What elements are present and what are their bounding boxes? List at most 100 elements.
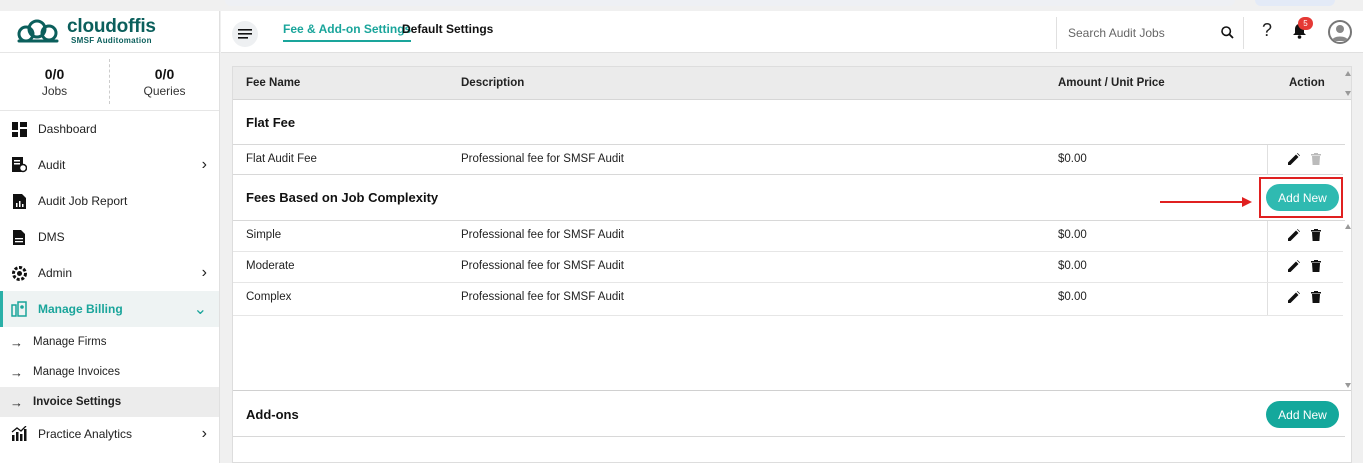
table-row: Flat Audit Fee Professional fee for SMSF…	[233, 145, 1343, 175]
notification-badge: 5	[1298, 17, 1313, 30]
scroll-down-arrow[interactable]	[1345, 91, 1351, 96]
scroll-up-arrow[interactable]	[1345, 71, 1351, 76]
document-icon	[10, 228, 28, 246]
sidebar-subitem-label: Invoice Settings	[33, 396, 122, 408]
amount-cell: $0.00	[1058, 153, 1087, 165]
sidebar-item-label: Audit	[38, 158, 66, 172]
column-header-fee-name: Fee Name	[246, 77, 301, 89]
chevron-right-icon: ›	[201, 264, 207, 281]
sidebar-item-manage-billing[interactable]: Manage Billing ⌄	[0, 291, 219, 327]
edit-icon[interactable]	[1288, 260, 1300, 275]
annotation-arrow-icon	[1160, 197, 1252, 207]
description-cell: Professional fee for SMSF Audit	[461, 229, 624, 241]
description-cell: Professional fee for SMSF Audit	[461, 291, 624, 303]
stat-queries[interactable]: 0/0 Queries	[109, 59, 219, 104]
brand-logo[interactable]: cloudoffis SMSF Auditomation	[0, 11, 219, 53]
section-title: Flat Fee	[246, 115, 296, 130]
sidebar-item-dms[interactable]: DMS	[0, 219, 219, 255]
edit-icon[interactable]	[1288, 229, 1300, 244]
sidebar-item-admin[interactable]: Admin ›	[0, 255, 219, 291]
sidebar-subitem-invoice-settings[interactable]: → Invoice Settings	[0, 387, 219, 417]
action-cell	[1267, 145, 1343, 174]
avatar[interactable]	[1328, 20, 1352, 44]
trash-icon[interactable]	[1311, 291, 1321, 306]
sidebar-item-label: Dashboard	[38, 122, 97, 136]
stats-bar: 0/0 Jobs 0/0 Queries	[0, 53, 219, 111]
gear-icon	[10, 264, 28, 282]
column-header-amount: Amount / Unit Price	[1058, 77, 1165, 89]
sidebar-item-label: DMS	[38, 230, 65, 244]
sidebar-subitem-label: Manage Firms	[33, 336, 107, 348]
edit-icon[interactable]	[1288, 291, 1300, 306]
arrow-right-icon: →	[10, 394, 23, 410]
tab-fee-addon-settings[interactable]: Fee & Add-on Settings	[283, 22, 412, 42]
sidebar-item-audit[interactable]: Audit ›	[0, 147, 219, 183]
action-cell	[1267, 221, 1343, 251]
help-icon[interactable]: ?	[1262, 20, 1272, 41]
report-icon	[10, 192, 28, 210]
fee-settings-panel: Fee Name Description Amount / Unit Price…	[232, 66, 1352, 463]
search-icon[interactable]	[1221, 26, 1234, 42]
sidebar-item-label: Manage Billing	[38, 302, 123, 316]
trash-icon[interactable]	[1311, 229, 1321, 244]
stat-jobs[interactable]: 0/0 Jobs	[0, 53, 109, 110]
brand-name: cloudoffis	[67, 16, 156, 37]
search-box	[1056, 17, 1244, 49]
action-cell	[1267, 252, 1343, 282]
sidebar-item-practice-analytics[interactable]: Practice Analytics ›	[0, 417, 219, 450]
chevron-right-icon: ›	[201, 156, 207, 173]
cloud-logo-icon	[17, 19, 63, 45]
hamburger-icon	[238, 29, 252, 39]
section-title: Add-ons	[246, 407, 299, 422]
dashboard-icon	[10, 120, 28, 138]
tab-default-settings[interactable]: Default Settings	[402, 22, 493, 36]
analytics-icon	[10, 425, 28, 443]
description-cell: Professional fee for SMSF Audit	[461, 260, 624, 272]
section-title: Fees Based on Job Complexity	[246, 190, 439, 205]
chevron-right-icon: ›	[201, 424, 207, 442]
sidebar: cloudoffis SMSF Auditomation 0/0 Jobs 0/…	[0, 11, 220, 463]
table-header: Fee Name Description Amount / Unit Price…	[233, 67, 1351, 100]
scroll-down-arrow[interactable]	[1345, 383, 1351, 388]
top-strip	[225, 0, 1235, 6]
sidebar-item-label: Practice Analytics	[38, 426, 133, 441]
table-row: Moderate Professional fee for SMSF Audit…	[233, 252, 1343, 283]
sidebar-item-label: Admin	[38, 266, 73, 280]
stat-jobs-value: 0/0	[44, 65, 65, 82]
sidebar-item-dashboard[interactable]: Dashboard	[0, 111, 219, 147]
amount-cell: $0.00	[1058, 260, 1087, 272]
sidebar-subitem-label: Manage Invoices	[33, 366, 120, 378]
stat-queries-value: 0/0	[154, 65, 175, 82]
fee-name-cell: Simple	[246, 229, 282, 241]
billing-icon	[10, 300, 28, 318]
top-header: Fee & Add-on Settings Default Settings ?…	[221, 11, 1363, 53]
add-new-addon-button[interactable]: Add New	[1266, 401, 1339, 428]
scroll-up-arrow[interactable]	[1345, 224, 1351, 229]
fee-name-cell: Complex	[246, 291, 292, 303]
brand-tagline: SMSF Auditomation	[71, 36, 152, 45]
trash-icon	[1311, 153, 1321, 168]
section-flat-fee: Flat Fee	[233, 100, 1345, 145]
section-add-ons: Add-ons	[233, 391, 1345, 437]
stat-jobs-label: Jobs	[41, 83, 68, 98]
search-input[interactable]	[1057, 26, 1207, 40]
amount-cell: $0.00	[1058, 291, 1087, 303]
action-cell	[1267, 283, 1343, 315]
trash-icon[interactable]	[1311, 260, 1321, 275]
arrow-right-icon: →	[10, 334, 23, 350]
add-new-complexity-fee-button[interactable]: Add New	[1266, 184, 1339, 211]
chevron-down-icon: ⌄	[193, 301, 207, 318]
top-strip-right	[1255, 0, 1335, 6]
edit-icon[interactable]	[1288, 153, 1300, 168]
sidebar-subitem-manage-firms[interactable]: → Manage Firms	[0, 327, 219, 357]
fee-name-cell: Flat Audit Fee	[246, 153, 317, 165]
sidebar-item-label: Audit Job Report	[38, 194, 128, 208]
amount-cell: $0.00	[1058, 229, 1087, 241]
arrow-right-icon: →	[10, 364, 23, 380]
column-header-action: Action	[1289, 77, 1325, 89]
sidebar-subitem-manage-invoices[interactable]: → Manage Invoices	[0, 357, 219, 387]
stat-queries-label: Queries	[143, 83, 186, 98]
fee-name-cell: Moderate	[246, 260, 295, 272]
sidebar-item-audit-job-report[interactable]: Audit Job Report	[0, 183, 219, 219]
menu-toggle-button[interactable]	[232, 21, 258, 47]
